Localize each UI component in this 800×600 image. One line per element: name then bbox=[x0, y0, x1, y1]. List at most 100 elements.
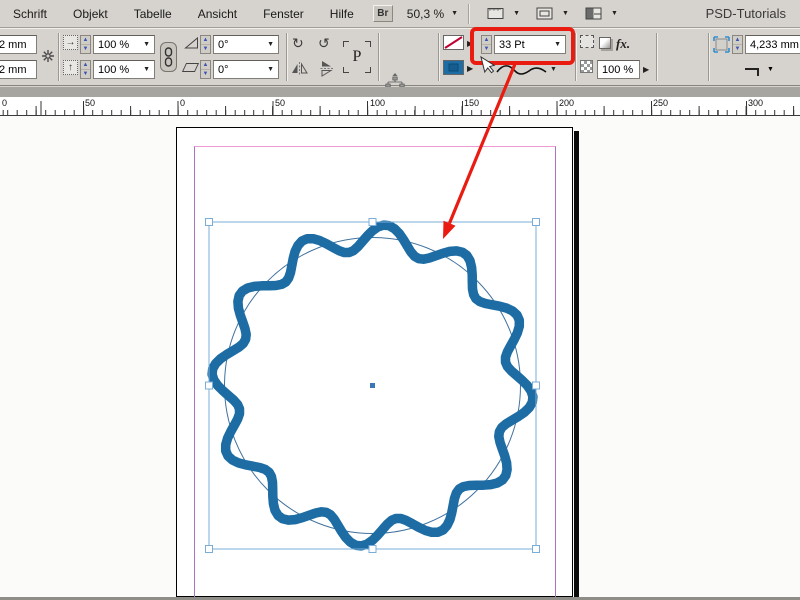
stroke-weight-value: 33 Pt bbox=[499, 39, 525, 51]
none-diagonal-icon bbox=[444, 36, 463, 49]
corner-radius-stepper[interactable]: ▲▼ bbox=[732, 35, 743, 54]
corner-options-icon bbox=[713, 36, 730, 58]
arrow-up-icon[interactable]: ▲ bbox=[733, 36, 742, 45]
screen-mode-icon bbox=[536, 6, 555, 21]
menu-item-ansicht[interactable]: Ansicht bbox=[185, 0, 250, 27]
flip-horizontal-button[interactable] bbox=[291, 62, 308, 80]
scale-y-icon: ↑ bbox=[63, 60, 78, 75]
arrow-down-icon[interactable]: ▼ bbox=[201, 70, 210, 78]
scale-y-value: 100 % bbox=[98, 64, 129, 76]
divider bbox=[708, 33, 709, 81]
menu-bar: SchriftObjektTabelleAnsichtFensterHilfe … bbox=[0, 0, 800, 28]
menu-items: SchriftObjektTabelleAnsichtFensterHilfe bbox=[0, 0, 367, 27]
link-scales-button[interactable] bbox=[160, 42, 177, 72]
rotation-value: 0° bbox=[218, 39, 229, 51]
width-value: 2 mm bbox=[0, 39, 27, 51]
arrow-up-icon[interactable]: ▲ bbox=[81, 36, 90, 45]
rotate-counterclockwise-button[interactable]: ↺ bbox=[318, 35, 330, 51]
scale-y-stepper[interactable]: ▲▼ bbox=[80, 60, 91, 79]
stroke-flyout-icon[interactable]: ▶ bbox=[467, 64, 473, 73]
scale-x-field[interactable]: 100 %▼ bbox=[93, 35, 155, 54]
transparency-settings-icon[interactable] bbox=[580, 35, 594, 48]
ruler-label: 150 bbox=[464, 98, 479, 108]
bridge-button[interactable]: Br bbox=[373, 5, 393, 22]
corner-radius-value: 4,233 mm bbox=[750, 39, 799, 51]
page-shadow bbox=[574, 131, 579, 597]
ruler-label: 50 bbox=[275, 98, 285, 108]
menu-item-schrift[interactable]: Schrift bbox=[0, 0, 60, 27]
drop-shadow-button[interactable] bbox=[599, 37, 611, 49]
rotate-clockwise-button[interactable]: ↻ bbox=[292, 35, 304, 51]
wavy-stroke-preview-icon bbox=[494, 62, 550, 78]
menu-item-fenster[interactable]: Fenster bbox=[250, 0, 317, 27]
shear-stepper[interactable]: ▲▼ bbox=[200, 60, 211, 79]
view-options-button[interactable]: ▼ bbox=[487, 6, 520, 21]
chevron-down-icon: ▼ bbox=[263, 66, 274, 73]
ruler-label: 0 bbox=[2, 98, 7, 108]
rotation-stepper[interactable]: ▲▼ bbox=[200, 35, 211, 54]
stroke-swatch[interactable] bbox=[443, 60, 464, 75]
constrain-proportions-icon[interactable] bbox=[41, 49, 55, 68]
menu-item-objekt[interactable]: Objekt bbox=[60, 0, 121, 27]
chevron-down-icon: ▼ bbox=[562, 10, 569, 17]
fill-swatch-none[interactable] bbox=[443, 35, 464, 50]
bracket-corner-icon bbox=[365, 41, 371, 47]
rotation-angle-field[interactable]: 0° ▼ bbox=[213, 35, 279, 54]
scale-x-icon: → bbox=[63, 35, 78, 50]
ruler-label: 200 bbox=[559, 98, 574, 108]
shear-value: 0° bbox=[218, 64, 229, 76]
stroke-weight-field[interactable]: 33 Pt▼ bbox=[494, 35, 566, 54]
opacity-checker-icon bbox=[580, 60, 593, 73]
shear-angle-icon bbox=[184, 60, 197, 72]
effects-button[interactable]: fx. bbox=[616, 36, 630, 52]
corner-style-icon bbox=[745, 68, 759, 76]
arrow-down-icon[interactable]: ▼ bbox=[733, 45, 742, 53]
ruler-label: 300 bbox=[748, 98, 763, 108]
shear-angle-field[interactable]: 0° ▼ bbox=[213, 60, 279, 79]
corner-radius-field[interactable]: 4,233 mm bbox=[745, 35, 800, 54]
chevron-down-icon: ▼ bbox=[139, 66, 150, 73]
chevron-down-icon: ▼ bbox=[611, 10, 618, 17]
menu-item-tabelle[interactable]: Tabelle bbox=[121, 0, 185, 27]
divider bbox=[468, 4, 469, 24]
opacity-flyout-icon[interactable]: ▶ bbox=[643, 65, 649, 74]
scale-x-stepper[interactable]: ▲▼ bbox=[80, 35, 91, 54]
arrow-down-icon[interactable]: ▼ bbox=[81, 45, 90, 53]
arrow-up-icon[interactable]: ▲ bbox=[81, 61, 90, 70]
divider bbox=[575, 33, 576, 81]
chevron-down-icon: ▼ bbox=[263, 41, 274, 48]
corner-style-dropdown[interactable]: ▼ bbox=[745, 60, 791, 79]
zoom-level-value: 50,3 % bbox=[407, 7, 444, 21]
workspace-label[interactable]: PSD-Tutorials bbox=[706, 6, 786, 21]
width-field[interactable]: 2 mm bbox=[0, 35, 37, 54]
arrow-up-icon[interactable]: ▲ bbox=[482, 36, 491, 45]
bracket-corner-icon bbox=[343, 67, 349, 73]
arrow-down-icon[interactable]: ▼ bbox=[81, 70, 90, 78]
screen-mode-button[interactable]: ▼ bbox=[536, 6, 569, 21]
stroke-weight-stepper[interactable]: ▲▼ bbox=[481, 35, 492, 54]
stroke-type-dropdown[interactable]: ▼ bbox=[494, 60, 566, 79]
ruler-gap bbox=[0, 87, 800, 97]
arrow-down-icon[interactable]: ▼ bbox=[201, 45, 210, 53]
flip-vertical-button[interactable] bbox=[318, 62, 335, 80]
document-canvas[interactable] bbox=[0, 116, 800, 597]
divider bbox=[656, 33, 657, 81]
arrow-up-icon[interactable]: ▲ bbox=[201, 61, 210, 70]
select-container-button[interactable]: P bbox=[343, 38, 371, 76]
menu-item-hilfe[interactable]: Hilfe bbox=[317, 0, 367, 27]
chevron-down-icon: ▼ bbox=[767, 66, 774, 73]
arrange-documents-button[interactable]: ▼ bbox=[585, 6, 618, 21]
ruler-label: 0 bbox=[180, 98, 185, 108]
ruler-label: 50 bbox=[85, 98, 95, 108]
arrow-up-icon[interactable]: ▲ bbox=[201, 36, 210, 45]
height-field[interactable]: 2 mm bbox=[0, 60, 37, 79]
fill-flyout-icon[interactable]: ▶ bbox=[467, 39, 473, 48]
divider bbox=[438, 33, 439, 81]
opacity-field[interactable]: 100 % bbox=[597, 60, 640, 79]
chevron-down-icon: ▼ bbox=[550, 66, 557, 73]
arrow-down-icon[interactable]: ▼ bbox=[482, 45, 491, 53]
zoom-level-combo[interactable]: 50,3 % ▼ bbox=[407, 7, 458, 21]
indesign-window: SchriftObjektTabelleAnsichtFensterHilfe … bbox=[0, 0, 800, 600]
scale-y-field[interactable]: 100 % ▼ bbox=[93, 60, 155, 79]
horizontal-ruler[interactable]: 050050100150200250300 bbox=[0, 97, 800, 116]
